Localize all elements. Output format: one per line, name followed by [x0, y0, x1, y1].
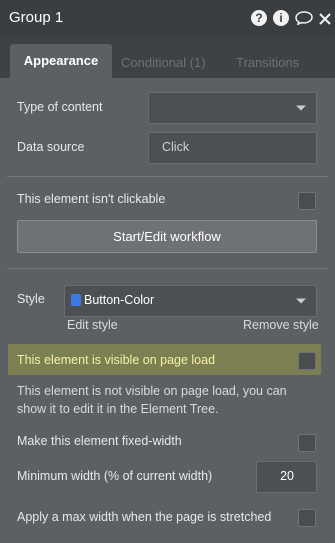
not-clickable-checkbox[interactable]: [298, 192, 316, 210]
tab-conditional[interactable]: Conditional (1): [121, 55, 206, 70]
style-select[interactable]: Button-Color: [64, 285, 317, 317]
style-label: Style: [17, 292, 45, 306]
data-source-field[interactable]: Click: [148, 132, 317, 164]
chevron-down-icon: [296, 298, 306, 304]
help-icon[interactable]: ?: [251, 10, 267, 26]
header-icons: ? i: [251, 10, 331, 26]
info-icon[interactable]: i: [273, 10, 289, 26]
type-of-content-label: Type of content: [17, 100, 103, 114]
minimum-width-label: Minimum width (% of current width): [17, 469, 213, 483]
close-icon[interactable]: [319, 12, 331, 25]
style-value: Button-Color: [71, 293, 154, 307]
max-width-checkbox[interactable]: [298, 509, 316, 527]
style-value-text: Button-Color: [84, 293, 155, 307]
minimum-width-value: 20: [280, 469, 294, 483]
panel-title: Group 1: [9, 9, 64, 26]
comment-icon[interactable]: [295, 11, 313, 26]
visible-on-load-label: This element is visible on page load: [17, 353, 216, 367]
remove-style-link[interactable]: Remove style: [243, 318, 319, 332]
max-width-label: Apply a max width when the page is stret…: [17, 510, 272, 524]
divider: [7, 268, 328, 269]
divider: [7, 176, 328, 177]
visibility-note: This element is not visible on page load…: [17, 384, 287, 416]
visible-on-load-checkbox[interactable]: [298, 352, 316, 370]
comment-icon-svg: [295, 11, 313, 26]
appearance-panel: Type of content Data source Click This e…: [0, 78, 335, 543]
fixed-width-label: Make this element fixed-width: [17, 434, 182, 448]
start-edit-workflow-button[interactable]: Start/Edit workflow: [17, 220, 317, 253]
data-source-label: Data source: [17, 140, 85, 154]
style-book-icon: [71, 294, 81, 306]
tab-appearance[interactable]: Appearance: [10, 44, 112, 78]
chevron-down-icon: [296, 105, 306, 111]
tab-transitions[interactable]: Transitions: [236, 55, 299, 70]
edit-style-link[interactable]: Edit style: [67, 318, 118, 332]
not-clickable-label: This element isn't clickable: [17, 192, 166, 206]
tabbar: Appearance Conditional (1) Transitions: [0, 36, 335, 78]
panel-header: Group 1 ? i: [0, 0, 335, 36]
type-of-content-select[interactable]: [148, 92, 317, 124]
minimum-width-input[interactable]: 20: [256, 461, 317, 493]
fixed-width-checkbox[interactable]: [298, 434, 316, 452]
data-source-value: Click: [162, 140, 190, 154]
close-icon-svg: [319, 13, 331, 25]
